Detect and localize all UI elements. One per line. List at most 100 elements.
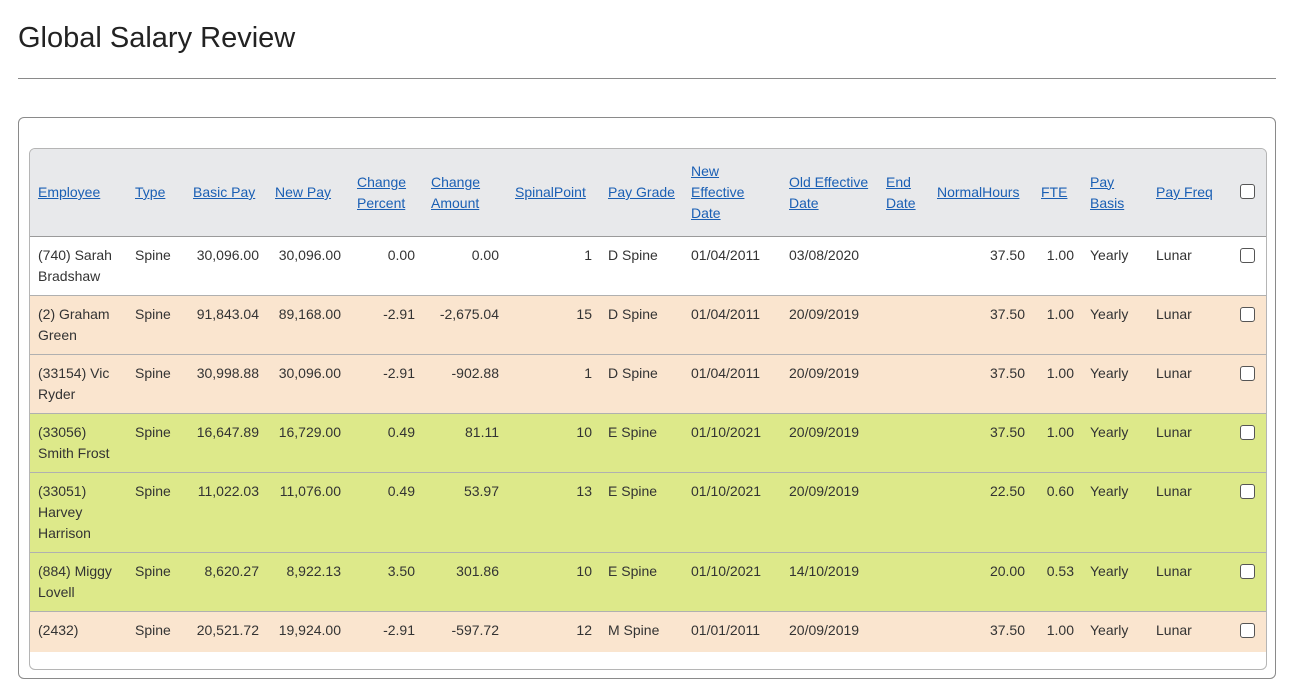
cell-pay-freq: Lunar bbox=[1148, 236, 1228, 296]
salary-table-container: Employee Type Basic Pay New Pay Change P… bbox=[29, 148, 1267, 670]
cell-employee: (884) Miggy Lovell bbox=[30, 552, 127, 612]
column-header-spinal-point[interactable]: SpinalPoint bbox=[507, 149, 600, 237]
cell-pay-basis: Yearly bbox=[1082, 472, 1148, 553]
cell-employee: (33154) Vic Ryder bbox=[30, 354, 127, 414]
cell-new-pay: 30,096.00 bbox=[267, 354, 349, 414]
column-header-new-effective-date[interactable]: New Effective Date bbox=[683, 149, 781, 237]
column-header-fte[interactable]: FTE bbox=[1033, 149, 1082, 237]
cell-change-amount: -597.72 bbox=[423, 611, 507, 652]
cell-pay-freq: Lunar bbox=[1148, 552, 1228, 612]
cell-spinal-point: 12 bbox=[507, 611, 600, 652]
sort-link-new-pay[interactable]: New Pay bbox=[275, 184, 331, 200]
cell-select bbox=[1228, 236, 1266, 296]
table-row: (33056) Smith Frost Spine 16,647.89 16,729.… bbox=[30, 413, 1266, 473]
column-header-type[interactable]: Type bbox=[127, 149, 185, 237]
sort-link-employee[interactable]: Employee bbox=[38, 184, 100, 200]
cell-spinal-point: 10 bbox=[507, 552, 600, 612]
row-select-checkbox[interactable] bbox=[1239, 484, 1255, 499]
sort-link-change-amount[interactable]: Change Amount bbox=[431, 174, 480, 211]
cell-basic-pay: 91,843.04 bbox=[185, 295, 267, 355]
cell-change-percent: 0.49 bbox=[349, 472, 423, 553]
sort-link-new-effective-date[interactable]: New Effective Date bbox=[691, 163, 744, 221]
cell-spinal-point: 1 bbox=[507, 236, 600, 296]
cell-pay-basis: Yearly bbox=[1082, 236, 1148, 296]
cell-old-effective-date: 20/09/2019 bbox=[781, 472, 878, 553]
cell-fte: 0.60 bbox=[1033, 472, 1082, 553]
cell-spinal-point: 1 bbox=[507, 354, 600, 414]
cell-spinal-point: 10 bbox=[507, 413, 600, 473]
cell-basic-pay: 20,521.72 bbox=[185, 611, 267, 652]
cell-new-pay: 30,096.00 bbox=[267, 236, 349, 296]
row-select-checkbox[interactable] bbox=[1239, 366, 1255, 381]
column-header-new-pay[interactable]: New Pay bbox=[267, 149, 349, 237]
sort-link-pay-basis[interactable]: Pay Basis bbox=[1090, 174, 1124, 211]
sort-link-pay-freq[interactable]: Pay Freq bbox=[1156, 184, 1213, 200]
salary-table: Employee Type Basic Pay New Pay Change P… bbox=[30, 149, 1266, 652]
cell-pay-grade: D Spine bbox=[600, 354, 683, 414]
cell-normal-hours: 20.00 bbox=[929, 552, 1033, 612]
cell-fte: 1.00 bbox=[1033, 611, 1082, 652]
cell-new-effective-date: 01/10/2021 bbox=[683, 552, 781, 612]
cell-end-date bbox=[878, 354, 929, 414]
sort-link-change-percent[interactable]: Change Percent bbox=[357, 174, 406, 211]
sort-link-old-effective-date[interactable]: Old Effective Date bbox=[789, 174, 868, 211]
sort-link-fte[interactable]: FTE bbox=[1041, 184, 1067, 200]
cell-type: Spine bbox=[127, 236, 185, 296]
cell-pay-grade: D Spine bbox=[600, 236, 683, 296]
cell-normal-hours: 37.50 bbox=[929, 236, 1033, 296]
cell-pay-basis: Yearly bbox=[1082, 552, 1148, 612]
cell-normal-hours: 37.50 bbox=[929, 611, 1033, 652]
cell-change-amount: -902.88 bbox=[423, 354, 507, 414]
cell-old-effective-date: 20/09/2019 bbox=[781, 354, 878, 414]
column-header-pay-freq[interactable]: Pay Freq bbox=[1148, 149, 1228, 237]
column-header-pay-basis[interactable]: Pay Basis bbox=[1082, 149, 1148, 237]
cell-change-amount: -2,675.04 bbox=[423, 295, 507, 355]
sort-link-basic-pay[interactable]: Basic Pay bbox=[193, 184, 255, 200]
sort-link-end-date[interactable]: End Date bbox=[886, 174, 916, 211]
cell-select bbox=[1228, 413, 1266, 473]
cell-normal-hours: 22.50 bbox=[929, 472, 1033, 553]
table-row: (2432) Spine 20,521.72 19,924.00 -2.91 -597.7… bbox=[30, 611, 1266, 652]
cell-basic-pay: 16,647.89 bbox=[185, 413, 267, 473]
row-select-checkbox[interactable] bbox=[1239, 307, 1255, 322]
cell-type: Spine bbox=[127, 472, 185, 553]
cell-pay-basis: Yearly bbox=[1082, 413, 1148, 473]
sort-link-type[interactable]: Type bbox=[135, 184, 165, 200]
cell-basic-pay: 11,022.03 bbox=[185, 472, 267, 553]
cell-pay-freq: Lunar bbox=[1148, 413, 1228, 473]
column-header-basic-pay[interactable]: Basic Pay bbox=[185, 149, 267, 237]
cell-pay-basis: Yearly bbox=[1082, 295, 1148, 355]
cell-select bbox=[1228, 354, 1266, 414]
table-row: (33154) Vic Ryder Spine 30,998.88 30,096.00… bbox=[30, 354, 1266, 414]
sort-link-normal-hours[interactable]: NormalHours bbox=[937, 184, 1019, 200]
cell-new-pay: 16,729.00 bbox=[267, 413, 349, 473]
salary-review-panel: Employee Type Basic Pay New Pay Change P… bbox=[18, 117, 1276, 679]
column-header-end-date[interactable]: End Date bbox=[878, 149, 929, 237]
row-select-checkbox[interactable] bbox=[1239, 623, 1255, 638]
sort-link-spinal-point[interactable]: SpinalPoint bbox=[515, 184, 586, 200]
cell-new-effective-date: 01/04/2011 bbox=[683, 295, 781, 355]
cell-end-date bbox=[878, 413, 929, 473]
sort-link-pay-grade[interactable]: Pay Grade bbox=[608, 184, 675, 200]
row-select-checkbox[interactable] bbox=[1239, 425, 1255, 440]
cell-change-percent: -2.91 bbox=[349, 611, 423, 652]
cell-normal-hours: 37.50 bbox=[929, 295, 1033, 355]
cell-pay-grade: D Spine bbox=[600, 295, 683, 355]
cell-fte: 1.00 bbox=[1033, 354, 1082, 414]
column-header-normal-hours[interactable]: NormalHours bbox=[929, 149, 1033, 237]
row-select-checkbox[interactable] bbox=[1239, 248, 1255, 263]
column-header-change-amount[interactable]: Change Amount bbox=[423, 149, 507, 237]
row-select-checkbox[interactable] bbox=[1239, 564, 1255, 579]
table-row: (2) Graham Green Spine 91,843.04 89,168.00-… bbox=[30, 295, 1266, 355]
column-header-change-percent[interactable]: Change Percent bbox=[349, 149, 423, 237]
cell-change-amount: 301.86 bbox=[423, 552, 507, 612]
cell-change-amount: 81.11 bbox=[423, 413, 507, 473]
column-header-old-effective-date[interactable]: Old Effective Date bbox=[781, 149, 878, 237]
select-all-checkbox[interactable] bbox=[1239, 183, 1255, 199]
cell-pay-freq: Lunar bbox=[1148, 295, 1228, 355]
column-header-employee[interactable]: Employee bbox=[30, 149, 127, 237]
cell-end-date bbox=[878, 236, 929, 296]
cell-new-effective-date: 01/10/2021 bbox=[683, 413, 781, 473]
column-header-pay-grade[interactable]: Pay Grade bbox=[600, 149, 683, 237]
cell-new-pay: 11,076.00 bbox=[267, 472, 349, 553]
